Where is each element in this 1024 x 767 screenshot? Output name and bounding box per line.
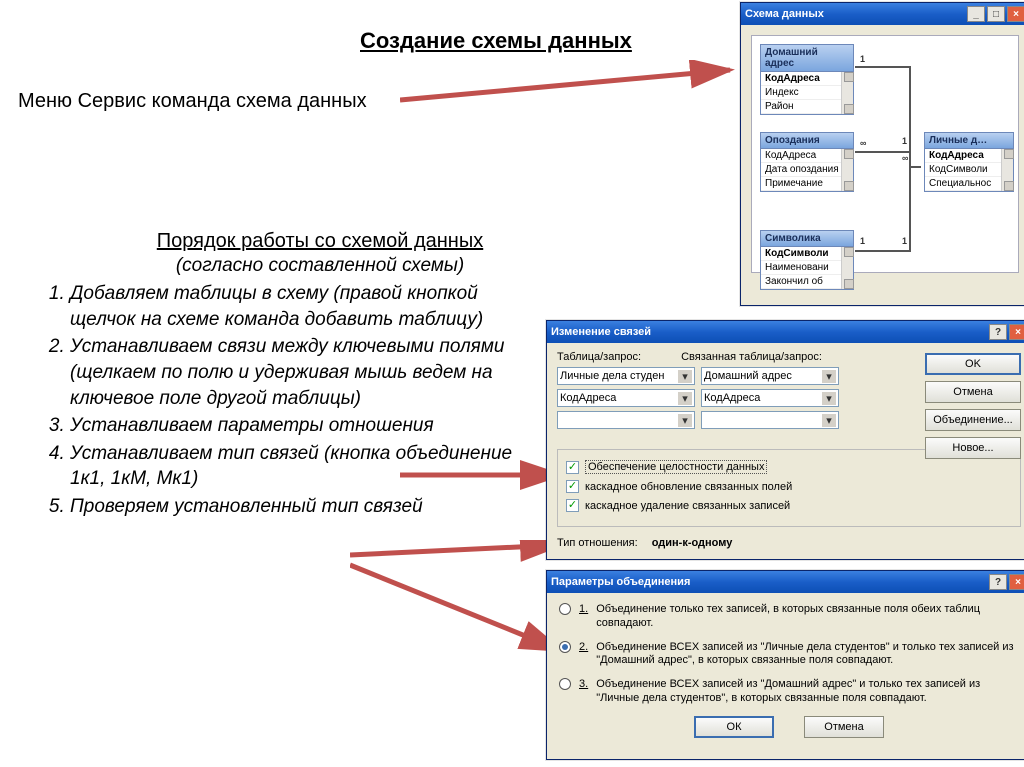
relation-type-label: Тип отношения:	[557, 537, 638, 549]
combo-value: Домашний адрес	[704, 370, 792, 382]
table-symbols[interactable]: Символика КодСимволи Наименовани Закончи…	[760, 230, 854, 290]
chevron-down-icon: ▾	[822, 414, 836, 427]
radio-option-1[interactable]	[559, 603, 571, 615]
join-options-window: Параметры объединения ? × 1. Объединение…	[546, 570, 1024, 760]
table-title: Личные д…	[925, 133, 1013, 149]
combo-value: КодАдреса	[560, 392, 616, 404]
rel-marker-one: 1	[860, 236, 865, 246]
ok-button[interactable]: OK	[925, 353, 1021, 375]
checkbox-label: Обеспечение целостности данных	[585, 460, 767, 474]
workflow-heading: Порядок работы со схемой данных	[105, 230, 535, 253]
chevron-down-icon: ▾	[678, 370, 692, 383]
radio-option-2[interactable]	[559, 641, 571, 653]
chevron-down-icon: ▾	[678, 392, 692, 405]
page-title: Создание схемы данных	[360, 28, 632, 54]
radio-text: Объединение ВСЕХ записей из "Домашний ад…	[596, 678, 1019, 706]
radio-num: 3.	[579, 678, 588, 706]
scrollbar[interactable]	[841, 149, 853, 191]
combo-right-table[interactable]: Домашний адрес ▾	[701, 367, 839, 385]
schema-canvas[interactable]: 1 1 ∞ ∞ 1 1 Домашний адрес КодАдреса Инд…	[751, 35, 1019, 273]
checkbox-label: каскадное обновление связанных полей	[585, 481, 792, 493]
combo-value: Личные дела студен	[560, 370, 664, 382]
checkbox-label: каскадное удаление связанных записей	[585, 500, 790, 512]
join-button[interactable]: Объединение...	[925, 409, 1021, 431]
table-field[interactable]: Индекс	[761, 86, 853, 100]
chevron-down-icon: ▾	[678, 414, 692, 427]
table-personal[interactable]: Личные д… КодАдреса КодСимволи Специальн…	[924, 132, 1014, 192]
scrollbar[interactable]	[841, 247, 853, 289]
join-title: Параметры объединения	[551, 576, 690, 588]
combo-value: КодАдреса	[704, 392, 760, 404]
close-button[interactable]: ×	[1009, 574, 1024, 590]
combo-empty[interactable]: ▾	[701, 411, 839, 429]
checkbox-integrity[interactable]: ✓	[566, 461, 579, 474]
edit-title: Изменение связей	[551, 326, 651, 338]
rel-marker-one: 1	[902, 136, 907, 146]
table-title: Домашний адрес	[761, 45, 853, 72]
cancel-button[interactable]: Отмена	[925, 381, 1021, 403]
schema-title: Схема данных	[745, 8, 824, 20]
cancel-button[interactable]: Отмена	[804, 716, 884, 738]
help-button[interactable]: ?	[989, 324, 1007, 340]
table-field[interactable]: КодСимволи	[761, 247, 853, 261]
label-related-table: Связанная таблица/запрос:	[681, 351, 822, 363]
minimize-button[interactable]: _	[967, 6, 985, 22]
radio-option-3[interactable]	[559, 678, 571, 690]
workflow-step: Проверяем установленный тип связей	[70, 494, 535, 520]
workflow-step: Устанавливаем параметры отношения	[70, 413, 535, 439]
rel-marker-inf: ∞	[902, 153, 908, 163]
rel-marker-one: 1	[902, 236, 907, 246]
checkbox-cascade-delete[interactable]: ✓	[566, 499, 579, 512]
workflow-subheading: (согласно составленной схемы)	[105, 255, 535, 277]
maximize-button[interactable]: □	[987, 6, 1005, 22]
table-lateness[interactable]: Опоздания КодАдреса Дата опоздания Приме…	[760, 132, 854, 192]
close-button[interactable]: ×	[1007, 6, 1024, 22]
menu-instruction: Меню Сервис команда схема данных	[18, 90, 367, 113]
table-field[interactable]: Наименовани	[761, 261, 853, 275]
table-title: Опоздания	[761, 133, 853, 149]
table-field[interactable]: КодАдреса	[925, 149, 1013, 163]
close-button[interactable]: ×	[1009, 324, 1024, 340]
label-table-query: Таблица/запрос:	[557, 351, 641, 363]
workflow-step: Добавляем таблицы в схему (правой кнопко…	[70, 281, 535, 332]
radio-num: 1.	[579, 603, 588, 631]
rel-marker-one: 1	[860, 54, 865, 64]
table-field[interactable]: Примечание	[761, 177, 853, 191]
workflow-list: Добавляем таблицы в схему (правой кнопко…	[30, 281, 535, 520]
combo-right-field[interactable]: КодАдреса ▾	[701, 389, 839, 407]
join-titlebar[interactable]: Параметры объединения ? ×	[547, 571, 1024, 593]
schema-window: Схема данных _ □ × 1 1 ∞ ∞ 1 1 Домашний …	[740, 2, 1024, 306]
chevron-down-icon: ▾	[822, 370, 836, 383]
relation-type-value: один-к-одному	[652, 537, 733, 549]
workflow-step: Устанавливаем связи между ключевыми поля…	[70, 334, 535, 411]
radio-num: 2.	[579, 641, 588, 669]
rel-marker-inf: ∞	[860, 138, 866, 148]
new-button[interactable]: Новое...	[925, 437, 1021, 459]
scrollbar[interactable]	[841, 72, 853, 114]
schema-titlebar[interactable]: Схема данных _ □ ×	[741, 3, 1024, 25]
table-field[interactable]: КодАдреса	[761, 72, 853, 86]
table-field[interactable]: Закончил об	[761, 275, 853, 289]
table-home-address[interactable]: Домашний адрес КодАдреса Индекс Район	[760, 44, 854, 115]
combo-left-table[interactable]: Личные дела студен ▾	[557, 367, 695, 385]
combo-empty[interactable]: ▾	[557, 411, 695, 429]
workflow-block: Порядок работы со схемой данных (согласн…	[105, 230, 535, 522]
radio-text: Объединение ВСЕХ записей из "Личные дела…	[596, 641, 1019, 669]
edit-titlebar[interactable]: Изменение связей ? ×	[547, 321, 1024, 343]
chevron-down-icon: ▾	[822, 392, 836, 405]
table-title: Символика	[761, 231, 853, 247]
table-field[interactable]: Дата опоздания	[761, 163, 853, 177]
table-field[interactable]: КодАдреса	[761, 149, 853, 163]
edit-relationships-window: Изменение связей ? × Таблица/запрос: Свя…	[546, 320, 1024, 560]
combo-left-field[interactable]: КодАдреса ▾	[557, 389, 695, 407]
checkbox-cascade-update[interactable]: ✓	[566, 480, 579, 493]
help-button[interactable]: ?	[989, 574, 1007, 590]
ok-button[interactable]: ОК	[694, 716, 774, 738]
table-field[interactable]: КодСимволи	[925, 163, 1013, 177]
table-field[interactable]: Специальнос	[925, 177, 1013, 191]
scrollbar[interactable]	[1001, 149, 1013, 191]
table-field[interactable]: Район	[761, 100, 853, 114]
workflow-step: Устанавливаем тип связей (кнопка объедин…	[70, 441, 535, 492]
radio-text: Объединение только тех записей, в которы…	[596, 603, 1019, 631]
